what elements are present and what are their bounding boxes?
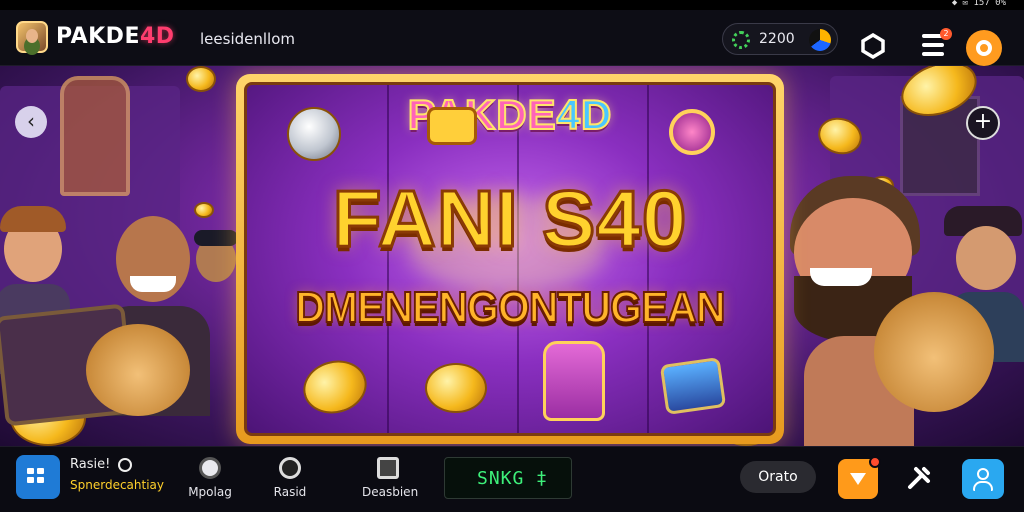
banner-subtitle: DMENENGONTUGEAN bbox=[294, 282, 726, 333]
grid-icon-cell bbox=[37, 477, 44, 483]
character-grin bbox=[130, 276, 176, 292]
wallet-balance[interactable]: 2200 bbox=[722, 23, 838, 55]
gear-coin-icon bbox=[732, 31, 750, 49]
banner-logo-accent: 4D bbox=[556, 90, 613, 139]
treasure-box-icon bbox=[659, 357, 727, 415]
search-icon bbox=[118, 458, 132, 472]
grid-icon-cell bbox=[27, 468, 34, 474]
banner-title: FANI S40 bbox=[331, 173, 688, 265]
download-arrow-icon bbox=[850, 473, 866, 485]
hexagon-icon[interactable] bbox=[860, 32, 886, 60]
tools-icon[interactable] bbox=[904, 463, 934, 493]
orato-button[interactable]: Orato bbox=[740, 461, 816, 493]
back-arrow-icon[interactable]: ‹ bbox=[15, 106, 47, 138]
chip-icon bbox=[199, 457, 221, 479]
menu-icon-line bbox=[922, 43, 944, 47]
notification-dot bbox=[869, 456, 881, 468]
slot-symbol-icon bbox=[543, 341, 605, 421]
brand-main: PAKDE bbox=[56, 24, 140, 49]
silver-ring-icon bbox=[287, 107, 341, 161]
settings-icon bbox=[976, 40, 992, 56]
grid-icon-cell bbox=[37, 468, 44, 474]
brand-accent: 4D bbox=[139, 24, 175, 49]
tab-label: Rasid bbox=[273, 485, 307, 499]
tab-mpolag[interactable]: Mpolag bbox=[186, 457, 234, 499]
menu-icon-line bbox=[922, 52, 944, 56]
treasure-door-decoration bbox=[60, 76, 130, 196]
top-bar: PAKDE4D leesidenllom 2200 2 bbox=[0, 10, 1024, 66]
golden-key-icon bbox=[427, 107, 477, 145]
system-status-text: ◆ ✉ 157 0% bbox=[951, 0, 1006, 8]
system-status-bar: ◆ ✉ 157 0% bbox=[0, 0, 1024, 10]
user-icon-head bbox=[977, 468, 989, 480]
search-icon bbox=[279, 457, 301, 479]
tab-rasid[interactable]: Rasid bbox=[268, 457, 312, 499]
character-head bbox=[956, 226, 1016, 290]
wallet-amount: 2200 bbox=[759, 31, 795, 47]
game-lobby: ◆ ✉ 157 0% PAKDE4D leesidenllom 2200 2 ‹… bbox=[0, 0, 1024, 512]
search-nav-item[interactable]: Rasie! Spnerdecahtiay bbox=[70, 457, 164, 492]
settings-button[interactable] bbox=[966, 30, 1002, 66]
bottom-nav: Rasie! Spnerdecahtiay Mpolag Rasid Deasb… bbox=[0, 446, 1024, 512]
character-hair bbox=[0, 206, 66, 232]
bag-icon bbox=[377, 457, 399, 479]
character-grin bbox=[810, 268, 872, 286]
gold-coin-icon bbox=[186, 66, 216, 92]
profile-button[interactable] bbox=[962, 459, 1004, 499]
gem-chip-icon bbox=[669, 109, 715, 155]
character-cap bbox=[194, 230, 238, 246]
promo-scene: ‹ + PAKDE4D FANI S40 DMENENGONTUGEAN bbox=[0, 66, 1024, 446]
lion-character-left bbox=[86, 324, 190, 416]
notification-badge: 2 bbox=[940, 28, 952, 40]
download-button[interactable] bbox=[838, 456, 881, 499]
currency-chip-icon bbox=[809, 29, 831, 51]
golden-key-icon bbox=[297, 353, 373, 421]
tab-label: Deasbien bbox=[362, 485, 419, 499]
avatar-logo[interactable] bbox=[16, 21, 48, 53]
promo-banner[interactable]: PAKDE4D FANI S40 DMENENGONTUGEAN bbox=[236, 74, 784, 444]
search-subtitle: Spnerdecahtiay bbox=[70, 478, 164, 492]
brand-name[interactable]: PAKDE4D bbox=[56, 24, 175, 49]
search-title: Rasie! bbox=[70, 457, 111, 472]
lion-character-right bbox=[874, 292, 994, 412]
gold-coin-icon bbox=[425, 363, 487, 413]
username-label: leesidenllom bbox=[200, 30, 295, 48]
status-display: SNKG ‡ bbox=[444, 457, 572, 499]
promo-banner-inner: PAKDE4D FANI S40 DMENENGONTUGEAN bbox=[244, 82, 776, 436]
grid-icon-cell bbox=[27, 477, 34, 483]
home-grid-button[interactable] bbox=[16, 455, 60, 499]
menu-button[interactable]: 2 bbox=[922, 28, 952, 56]
plus-icon[interactable]: + bbox=[966, 106, 1000, 140]
tab-deasbien[interactable]: Deasbien bbox=[362, 457, 419, 499]
tab-label: Mpolag bbox=[188, 485, 232, 499]
status-value: SNKG ‡ bbox=[477, 468, 549, 489]
user-icon-body bbox=[973, 481, 993, 491]
